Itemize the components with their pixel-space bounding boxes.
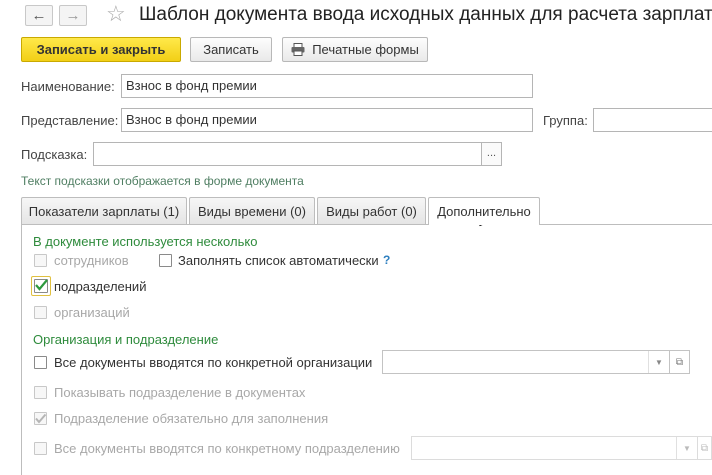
tab-time-types[interactable]: Виды времени (0): [189, 197, 315, 224]
name-field[interactable]: Взнос в фонд премии: [121, 74, 533, 98]
all-by-org-checkbox[interactable]: [34, 356, 47, 369]
forward-button[interactable]: →: [59, 5, 87, 26]
organizations-checkbox[interactable]: [34, 306, 47, 319]
departments-label: подразделений: [54, 279, 147, 294]
section-multiple-heading: В документе используется несколько: [33, 234, 258, 249]
representation-label: Представление:: [21, 113, 119, 128]
group-label: Группа:: [543, 113, 588, 128]
department-open-button[interactable]: ⧉: [698, 436, 712, 460]
checkmark-icon: [35, 413, 47, 424]
employees-label: сотрудников: [54, 253, 129, 268]
autofill-label: Заполнять список автоматически: [178, 253, 379, 268]
autofill-checkbox[interactable]: [159, 254, 172, 267]
all-by-dept-label: Все документы вводятся по конкретному по…: [54, 441, 400, 456]
hint-label: Подсказка:: [21, 147, 88, 162]
star-icon[interactable]: ☆: [106, 1, 126, 27]
print-forms-button[interactable]: Печатные формы: [282, 37, 428, 62]
group-field[interactable]: [593, 108, 712, 132]
departments-checkbox[interactable]: [34, 279, 48, 293]
employees-checkbox[interactable]: [34, 254, 47, 267]
page-title: Шаблон документа ввода исходных данных д…: [139, 4, 712, 25]
hint-note: Текст подсказки отображается в форме док…: [21, 174, 304, 188]
printer-icon: [291, 43, 305, 56]
department-select[interactable]: ▼: [411, 436, 698, 460]
hint-field[interactable]: [93, 142, 482, 166]
arrow-right-icon: →: [65, 7, 81, 24]
show-dept-checkbox[interactable]: [34, 386, 47, 399]
organization-select[interactable]: ▼: [382, 350, 670, 374]
tab-salary-indicators[interactable]: Показатели зарплаты (1): [21, 197, 187, 224]
save-button[interactable]: Записать: [190, 37, 272, 62]
chevron-down-icon: ▼: [648, 351, 669, 373]
checkmark-icon: [35, 279, 48, 291]
name-label: Наименование:: [21, 79, 115, 94]
dept-required-checkbox[interactable]: [34, 412, 47, 425]
section-org-heading: Организация и подразделение: [33, 332, 219, 347]
organizations-label: организаций: [54, 305, 130, 320]
organization-open-button[interactable]: ⧉: [670, 350, 690, 374]
arrow-left-icon: ←: [31, 7, 47, 24]
tab-additional[interactable]: Дополнительно: [428, 197, 540, 225]
print-forms-label: Печатные формы: [312, 42, 419, 57]
back-button[interactable]: ←: [25, 5, 53, 26]
all-by-dept-checkbox[interactable]: [34, 442, 47, 455]
dept-required-label: Подразделение обязательно для заполнения: [54, 411, 329, 426]
tab-work-types[interactable]: Виды работ (0): [317, 197, 426, 224]
representation-field[interactable]: Взнос в фонд премии: [121, 108, 533, 132]
open-icon: ⧉: [675, 356, 684, 368]
all-by-org-label: Все документы вводятся по конкретной орг…: [54, 355, 373, 370]
open-icon: ⧉: [700, 442, 709, 454]
chevron-down-icon: ▼: [676, 437, 697, 459]
save-and-close-button[interactable]: Записать и закрыть: [21, 37, 181, 62]
show-dept-label: Показывать подразделение в документах: [54, 385, 306, 400]
help-icon[interactable]: ?: [383, 253, 390, 267]
hint-select-button[interactable]: ...: [481, 142, 502, 166]
